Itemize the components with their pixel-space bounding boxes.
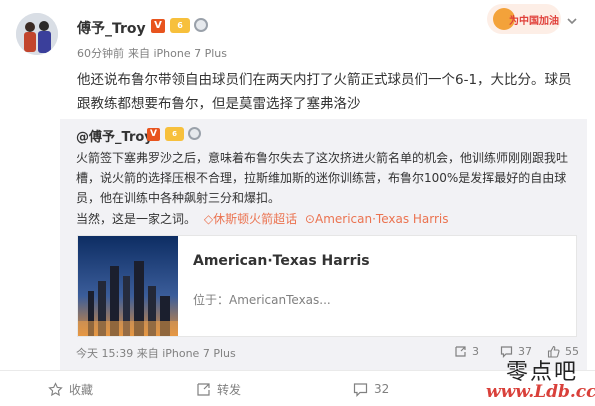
topic-link[interactable]: ◇休斯顿火箭超话 <box>204 212 297 226</box>
repost-button[interactable]: 转发 <box>196 371 241 406</box>
comment-count: 32 <box>374 382 390 396</box>
author-name[interactable]: 傅予_Troy <box>77 18 146 38</box>
verified-icon: V <box>151 19 165 33</box>
repost-share-stat[interactable]: 3 <box>454 345 479 358</box>
repost-count: 3 <box>472 345 479 358</box>
promo-label: 为中国加油 <box>509 16 559 27</box>
medal-icon <box>194 18 208 32</box>
repost-label: 转发 <box>217 382 242 397</box>
share-icon <box>197 382 210 396</box>
location-card-title: American·Texas Harris <box>193 253 370 269</box>
level-badge-icon: 6 <box>165 127 184 141</box>
verified-icon: V <box>147 128 160 141</box>
comment-button[interactable]: 32 <box>353 371 389 406</box>
topic-label: 休斯顿火箭超话 <box>213 212 298 226</box>
repost-author[interactable]: @傅予_Troy <box>76 126 153 145</box>
chevron-down-icon[interactable] <box>565 14 579 28</box>
promo-banner[interactable]: 为中国加油 <box>487 4 561 34</box>
post-text: 他还说布鲁尔带领自由球员们在两天内打了火箭正式球员们一个6-1，大比分。球员跟教… <box>77 72 572 112</box>
post-time[interactable]: 60分钟前 <box>77 47 124 60</box>
share-icon <box>455 346 466 357</box>
location-card[interactable]: American·Texas Harris 位于：AmericanTexas..… <box>77 235 577 337</box>
star-icon <box>48 381 63 396</box>
repost-text: 火箭签下塞弗罗沙之后，意味着布鲁尔失去了这次挤进火箭名单的机会，他训练师刚刚跟我… <box>76 151 569 205</box>
avatar[interactable] <box>16 13 58 55</box>
city-night-thumbnail <box>78 236 178 336</box>
watermark-url: www.Ldb.cc <box>486 382 595 402</box>
medal-icon <box>188 127 201 140</box>
repost-meta: 今天 15:39 来自 iPhone 7 Plus <box>76 345 236 361</box>
topic-icon: ◇ <box>203 212 214 226</box>
repost-time[interactable]: 今天 15:39 <box>76 347 133 360</box>
favorite-button[interactable]: 收藏 <box>48 371 93 406</box>
repost-box: @傅予_Troy V 6 火箭签下塞弗罗沙之后，意味着布鲁尔失去了这次挤进火箭名… <box>60 119 587 370</box>
post-source: 来自 iPhone 7 Plus <box>128 47 228 60</box>
location-link[interactable]: ⊙American·Texas Harris <box>305 212 449 226</box>
level-badge-icon: 6 <box>170 18 190 33</box>
location-pin-icon: ⊙ <box>304 212 315 226</box>
site-watermark: 零点吧 www.Ldb.cc <box>486 354 595 404</box>
weibo-post-card: 傅予_Troy V 6 60分钟前 来自 iPhone 7 Plus 为中国加油 … <box>0 0 595 406</box>
repost-closing: 当然，这是一家之词。 <box>76 212 197 226</box>
favorite-label: 收藏 <box>69 382 94 397</box>
comment-icon <box>353 382 368 397</box>
location-label: American·Texas Harris <box>314 212 449 226</box>
post-meta: 60分钟前 来自 iPhone 7 Plus <box>77 45 227 61</box>
repost-closing-line: 当然，这是一家之词。 ◇休斯顿火箭超话 ⊙American·Texas Harr… <box>76 209 449 229</box>
location-card-subtitle: 位于：AmericanTexas... <box>193 293 331 307</box>
repost-source: 来自 iPhone 7 Plus <box>136 347 236 360</box>
